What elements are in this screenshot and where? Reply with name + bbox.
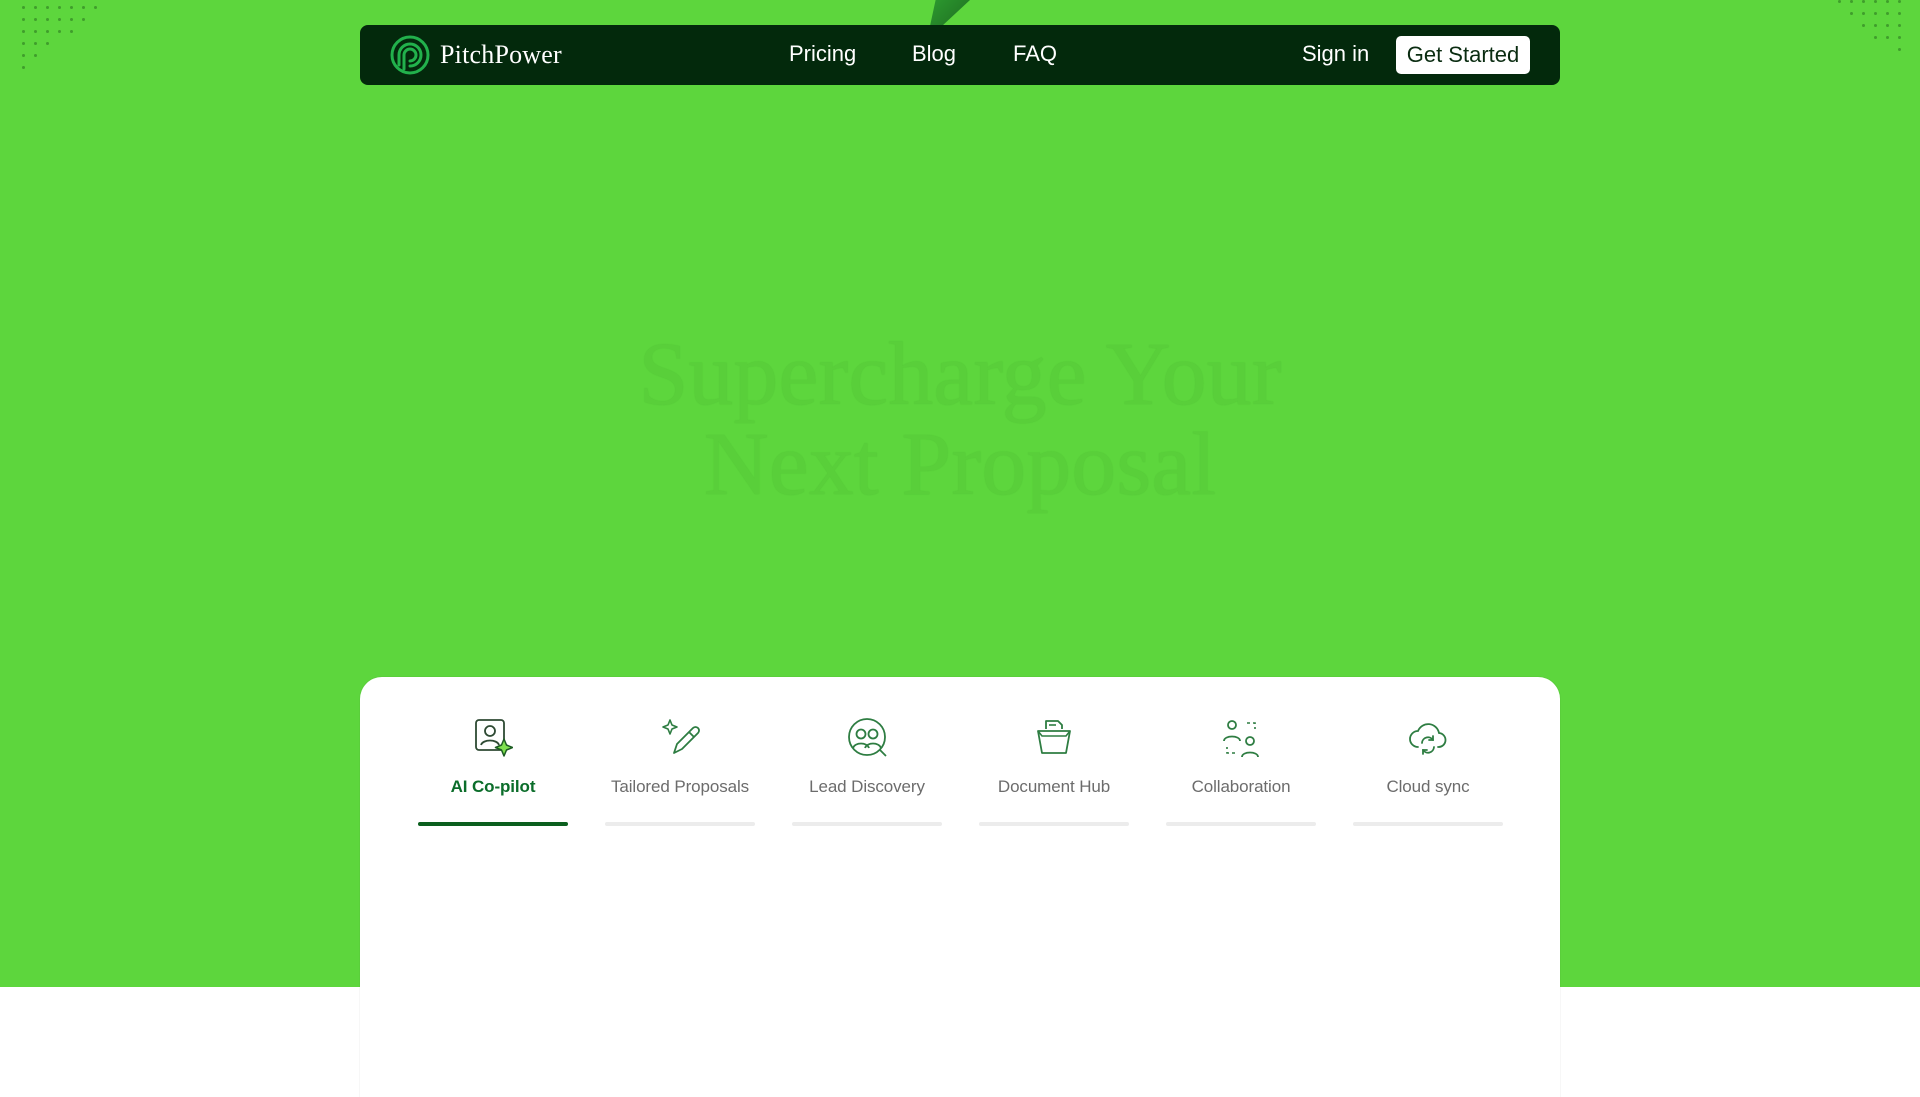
tab-ai-copilot[interactable]: AI Co-pilot <box>418 677 568 829</box>
team-users-icon <box>1223 720 1259 758</box>
tab-cloud-sync[interactable]: Cloud sync <box>1353 677 1503 829</box>
tab-label: Collaboration <box>1191 777 1291 796</box>
tab-indicator <box>1166 822 1316 826</box>
tab-indicator <box>418 822 568 826</box>
tab-label: Tailored Proposals <box>610 777 750 796</box>
get-started-button[interactable]: Get Started <box>1396 36 1530 74</box>
decorative-dots-right <box>1838 0 1920 60</box>
hero-headline-line-2: Next Proposal <box>703 415 1217 514</box>
hero-headline: Supercharge Your Next Proposal <box>0 330 1920 510</box>
features-card: AI Co-pilot Tailored Proposals Lead Disc… <box>360 677 1560 1097</box>
nav-link-blog[interactable]: Blog <box>912 39 956 69</box>
tab-document-hub[interactable]: Document Hub <box>979 677 1129 829</box>
hero-headline-line-1: Supercharge Your <box>638 325 1282 424</box>
sparkle-pencil-icon <box>662 719 700 754</box>
tab-indicator <box>605 822 755 826</box>
tab-indicator <box>1353 822 1503 826</box>
tab-indicator <box>979 822 1129 826</box>
sign-in-link[interactable]: Sign in <box>1302 39 1369 69</box>
brand-name: PitchPower <box>440 40 562 69</box>
tab-label: Lead Discovery <box>809 777 925 796</box>
tab-collaboration[interactable]: Collaboration <box>1166 677 1316 829</box>
cloud-sync-icon <box>1409 723 1447 755</box>
nav-link-faq[interactable]: FAQ <box>1013 39 1057 69</box>
brand-logo-icon <box>390 35 430 75</box>
tab-label: Document Hub <box>997 777 1111 796</box>
tab-tailored-proposals[interactable]: Tailored Proposals <box>605 677 755 829</box>
document-folder-icon <box>1037 720 1071 754</box>
tab-label: Cloud sync <box>1386 777 1470 796</box>
brand-logo-link[interactable]: PitchPower <box>390 35 562 75</box>
tab-indicator <box>792 822 942 826</box>
people-search-icon <box>848 718 887 757</box>
top-navbar: PitchPower Pricing Blog FAQ Sign in Get … <box>360 25 1560 85</box>
nav-link-pricing[interactable]: Pricing <box>789 39 856 69</box>
decorative-dots-left <box>22 6 102 76</box>
tab-lead-discovery[interactable]: Lead Discovery <box>792 677 942 829</box>
ai-copilot-icon <box>475 719 513 757</box>
tab-label: AI Co-pilot <box>450 777 536 796</box>
